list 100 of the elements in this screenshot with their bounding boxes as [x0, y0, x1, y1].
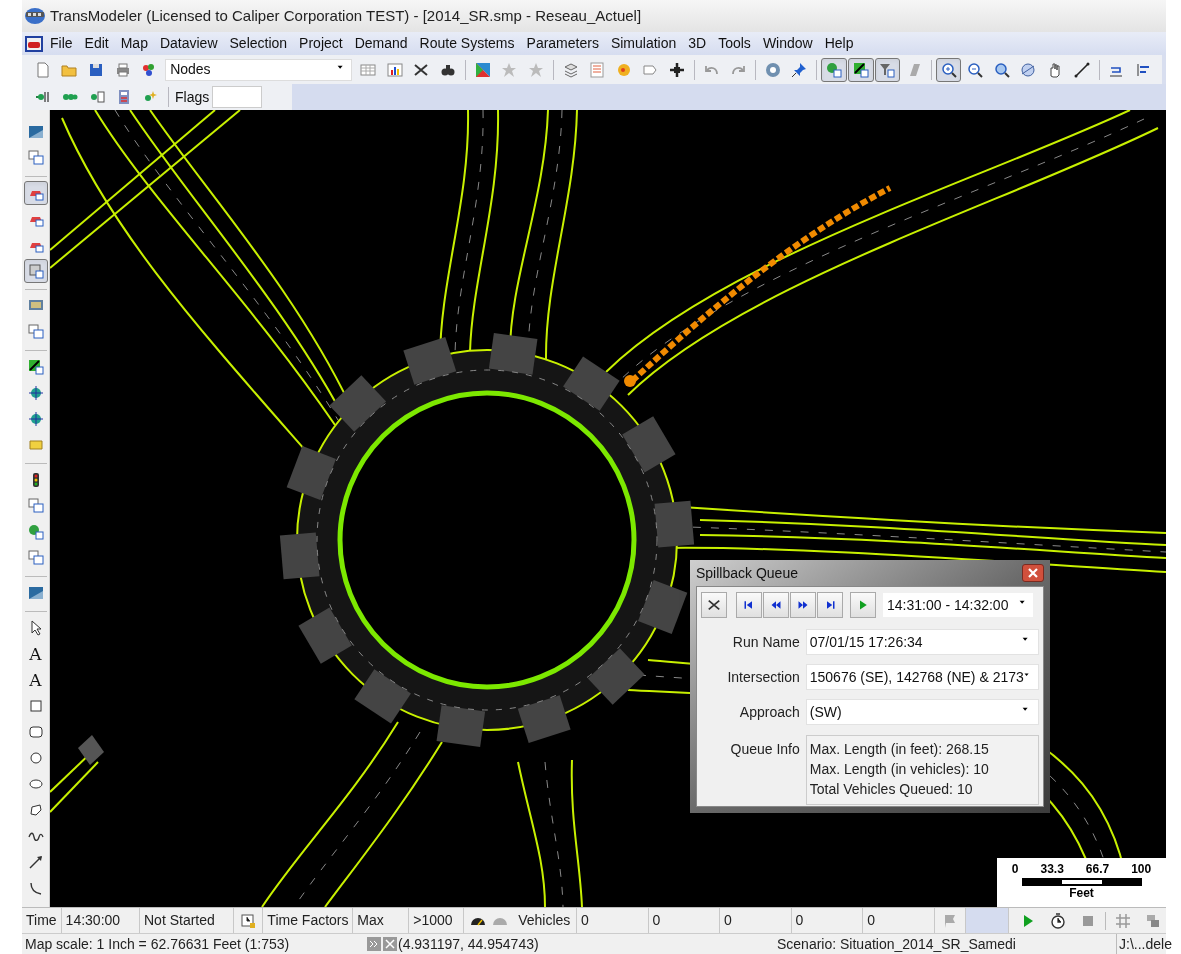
scissors-icon — [707, 598, 721, 612]
menu-item[interactable]: 3D — [682, 33, 713, 54]
grid-icon — [1115, 912, 1131, 929]
menu-item[interactable]: Help — [818, 33, 860, 54]
move-icon — [669, 61, 685, 78]
stack-icon — [1145, 912, 1161, 929]
layer-dropdown[interactable]: Nodes — [165, 58, 353, 81]
scenario-text: Scenario: Situation_2014_SR_Samedi — [777, 934, 1016, 954]
pin-icon — [791, 61, 808, 78]
dialog-title: Spillback Queue — [696, 563, 798, 583]
disc-icon — [764, 61, 781, 78]
time-range-dropdown[interactable]: 14:31:00 - 14:32:00 — [883, 593, 1033, 617]
layers-icon — [562, 61, 579, 78]
flags-field[interactable] — [212, 86, 263, 108]
node-arrow-icon — [35, 89, 51, 105]
printer-icon — [114, 61, 131, 78]
field-label: Approach — [738, 702, 801, 722]
calc-icon — [116, 89, 132, 105]
page-icon — [34, 61, 51, 78]
scale-tick-label: 0 — [1011, 861, 1019, 878]
menu-item[interactable]: Tools — [712, 33, 757, 54]
circle-icon — [27, 750, 44, 766]
menu-item[interactable]: Window — [756, 33, 819, 54]
square-icon — [27, 698, 44, 714]
zoom-in-button[interactable] — [935, 57, 962, 82]
app-logo-icon — [24, 7, 46, 25]
curve-icon — [27, 880, 44, 896]
menu-item[interactable]: Parameters — [520, 33, 605, 54]
field-label: Queue Info — [729, 740, 801, 759]
field-dropdown[interactable]: 07/01/15 17:26:34 — [805, 629, 1039, 655]
queue-info-text: Max. Length (in feet): 268.15 — [809, 740, 990, 759]
path-text: J:\...dele — [1116, 933, 1172, 954]
coordinates-text: (4.931197, 44.954743) — [398, 934, 539, 954]
node-icon — [826, 61, 843, 78]
rewind-icon — [770, 599, 782, 611]
blob-icon — [615, 61, 632, 78]
menu-item[interactable]: Demand — [348, 33, 414, 54]
menu-item[interactable]: Simulation — [604, 33, 683, 54]
windows-icon — [27, 550, 44, 566]
zoom-out-icon — [967, 61, 984, 78]
rounded-rectangle-icon — [27, 724, 44, 740]
queue-info-text: Total Vehicles Queued: 10 — [809, 780, 974, 799]
chart-icon — [386, 61, 403, 78]
fast-forward-button[interactable] — [790, 592, 816, 618]
node-icon — [27, 524, 44, 540]
triangle-icon — [474, 61, 491, 78]
first-icon — [743, 599, 755, 611]
menu-item[interactable]: Dataview — [153, 33, 224, 54]
filter-button[interactable] — [874, 57, 901, 82]
text-tool-button[interactable]: A — [23, 668, 48, 692]
queue-info-text: Max. Length (in vehicles): 10 — [809, 760, 990, 779]
flags-label: Flags — [174, 87, 211, 107]
line-icon — [1073, 61, 1090, 78]
rewind-button[interactable] — [763, 592, 789, 618]
menu-item[interactable]: Project — [293, 33, 349, 54]
field-label: Run Name — [731, 632, 801, 652]
rectangle-button[interactable] — [23, 259, 48, 283]
filter-icon — [879, 61, 896, 78]
magnifier-icon — [993, 61, 1010, 78]
last-icon — [824, 599, 836, 611]
close-button[interactable] — [1022, 564, 1044, 582]
menu-item[interactable]: Edit — [78, 33, 115, 54]
scale-tick-label: 100 — [1131, 861, 1152, 878]
field-label: Intersection — [726, 667, 801, 687]
star-icon — [527, 61, 544, 78]
menu-item[interactable]: Selection — [223, 33, 294, 54]
scale-tick-label: 33.3 — [1040, 861, 1064, 878]
play-button[interactable] — [850, 592, 876, 618]
align-icon — [1134, 61, 1151, 78]
tool-button[interactable] — [701, 592, 727, 618]
play-icon — [857, 599, 869, 611]
close-icon — [383, 937, 397, 951]
freeform-icon — [27, 802, 44, 818]
node-list-icon — [89, 89, 105, 105]
windows-icon — [27, 150, 44, 166]
text-tool-button[interactable]: A — [23, 642, 48, 666]
grid-icon — [360, 61, 377, 78]
windows-icon — [27, 324, 44, 340]
scale-tick-label: 66.7 — [1085, 861, 1110, 878]
timer-icon — [1050, 912, 1066, 929]
arrow-icon — [27, 854, 44, 870]
arrows-icon — [367, 937, 381, 951]
scissors-icon — [413, 61, 430, 78]
first-button[interactable] — [736, 592, 762, 618]
field-dropdown[interactable]: 150676 (SE), 142768 (NE) & 2173 — [805, 664, 1039, 690]
zoom-in-icon — [940, 61, 957, 78]
node-button[interactable] — [821, 57, 847, 82]
star-icon — [501, 61, 518, 78]
fast-forward-icon — [797, 599, 809, 611]
last-button[interactable] — [817, 592, 843, 618]
menu-item[interactable]: Map — [114, 33, 154, 54]
map-scale-text: Map scale: 1 Inch = 62.76631 Feet (1:753) — [25, 934, 290, 954]
menu-item[interactable]: Route Systems — [413, 33, 521, 54]
menu-item[interactable]: File — [44, 33, 79, 54]
rectangle-icon — [27, 263, 44, 279]
windows-icon — [27, 498, 44, 514]
field-dropdown[interactable]: (SW) — [805, 699, 1039, 725]
ellipse-icon — [27, 776, 44, 792]
clock-icon — [240, 912, 257, 929]
scale-unit: Feet — [1069, 886, 1094, 900]
